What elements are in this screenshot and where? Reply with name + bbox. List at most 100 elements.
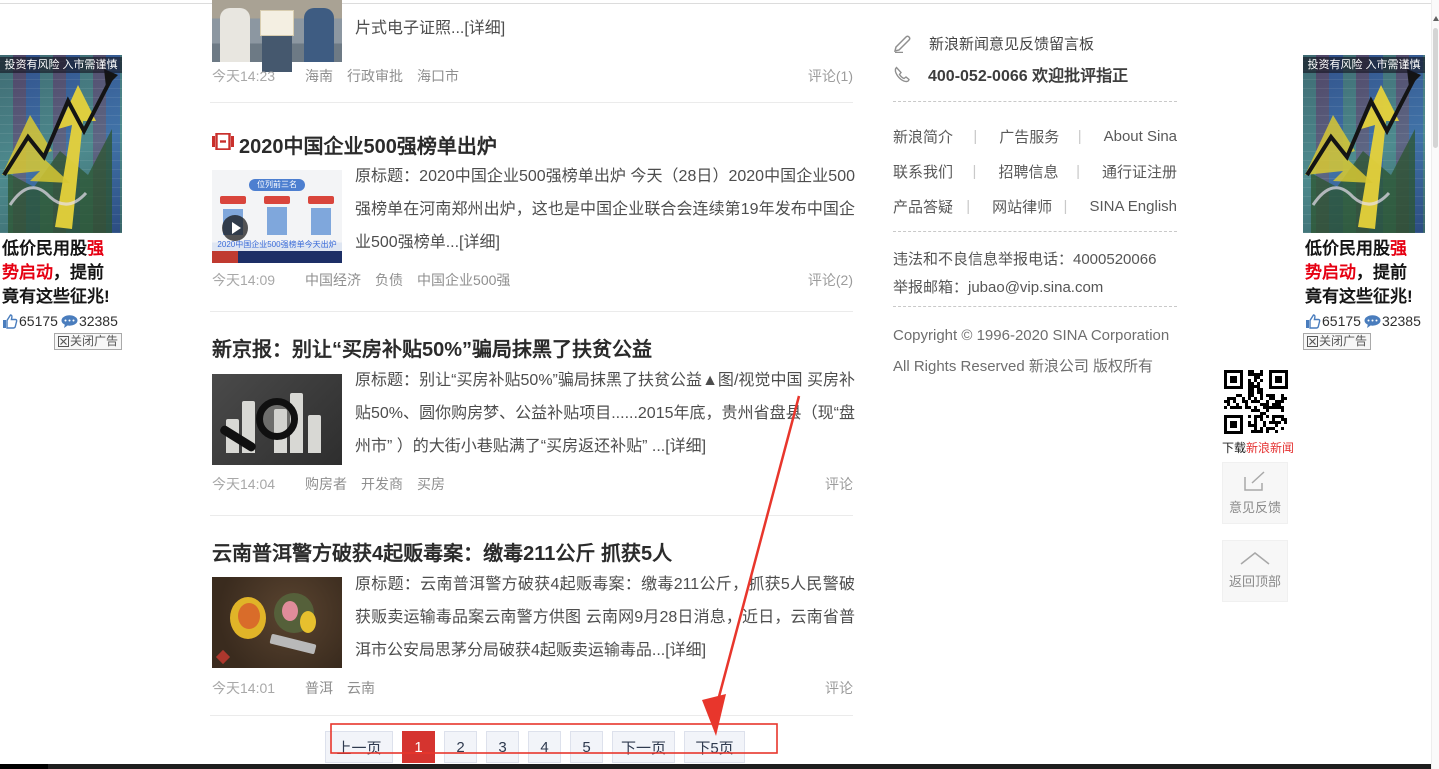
tag-link[interactable]: 购房者 [305, 474, 347, 494]
footer-link[interactable]: 新浪简介 [893, 126, 973, 147]
article-divider [210, 515, 853, 516]
dashed-divider [893, 231, 1177, 232]
article-thumbnail[interactable] [212, 0, 342, 72]
qr-widget: 下载新浪新闻 [1221, 367, 1295, 456]
hotline-row: 400-052-0066 欢迎批评指正 [893, 62, 1128, 86]
ad-like-count: 65175 [1322, 313, 1361, 329]
close-ad-button[interactable]: 关闭广告 [53, 333, 122, 350]
thumbs-up-icon [1306, 313, 1321, 329]
tag-link[interactable]: 买房 [417, 474, 445, 494]
ad-risk-disclaimer: 投资有风险 入市需谨慎 [1303, 57, 1425, 73]
close-box-icon [1307, 336, 1318, 347]
article-thumbnail[interactable] [212, 577, 342, 668]
article-summary[interactable]: 原标题：云南普洱警方破获4起贩毒案：缴毒211公斤，抓获5人民警破获贩卖运输毒品… [355, 568, 855, 667]
pagination-page-1[interactable]: 1 [402, 731, 435, 763]
pagination-next5-button[interactable]: 下5页 [684, 731, 745, 763]
ad-headline[interactable]: 低价民用股强势启动，提前竟有这些征兆! [0, 233, 122, 311]
feedback-board-row[interactable]: 新浪新闻意见反馈留言板 [893, 33, 1094, 54]
article-time: 今天14:23 [212, 68, 276, 84]
play-button-icon[interactable] [222, 215, 248, 241]
separator: | [973, 128, 978, 145]
close-ad-button[interactable]: 关闭广告 [1303, 333, 1372, 350]
report-email: 举报邮箱：jubao@vip.sina.com [893, 279, 1104, 296]
feedback-board-link[interactable]: 新浪新闻意见反馈留言板 [929, 33, 1094, 54]
footer-link[interactable]: 网站律师 [992, 196, 1063, 217]
right-ad[interactable]: 投资有风险 入市需谨慎 低价民用股强势启动，提前竟有这些征兆! 65175 32… [1303, 55, 1425, 350]
back-to-top-button[interactable]: 返回顶部 [1222, 540, 1288, 602]
ad-risk-disclaimer: 投资有风险 入市需谨慎 [0, 57, 122, 73]
footer-links-row: 产品答疑 | 网站律师 | SINA English [893, 196, 1177, 217]
ad-headline[interactable]: 低价民用股强势启动，提前竟有这些征兆! [1303, 233, 1425, 311]
feedback-button[interactable]: 意见反馈 [1222, 462, 1288, 524]
close-box-icon [57, 336, 69, 347]
article-divider [210, 102, 853, 103]
article-title[interactable]: 2020中国企业500强榜单出炉 [239, 130, 497, 159]
tag-link[interactable]: 海南 [305, 66, 333, 86]
article-summary[interactable]: 原标题：别让“买房补贴50%”骗局抹黑了扶贫公益▲图/视觉中国 买房补贴50%、… [355, 364, 855, 463]
chevron-up-icon [1240, 552, 1270, 565]
article-title[interactable]: 新京报：别让“买房补贴50%”骗局抹黑了扶贫公益 [212, 333, 652, 362]
feed-bottom-divider [210, 715, 853, 716]
dashed-divider [893, 306, 1177, 307]
footer-link[interactable]: About Sina [1104, 128, 1177, 145]
footer-link[interactable]: 产品答疑 [893, 196, 966, 217]
article-meta: 今天14:04 购房者 开发商 买房 评论 [212, 474, 853, 494]
separator: | [1076, 163, 1080, 180]
article-thumbnail[interactable] [212, 374, 342, 465]
left-ad[interactable]: 投资有风险 入市需谨慎 低价民用股强势启动，提前竟有这些征兆! 65175 32… [0, 55, 122, 350]
feedback-button-label: 意见反馈 [1228, 499, 1281, 515]
pagination-page-3[interactable]: 3 [486, 731, 519, 763]
footer-link[interactable]: 通行证注册 [1102, 161, 1177, 182]
article-time: 今天14:09 [212, 272, 276, 288]
footer-links-row: 联系我们 | 招聘信息 | 通行证注册 [893, 161, 1177, 182]
comment-bubble-icon [1364, 314, 1381, 328]
stock-arrow-graphic [2, 69, 118, 233]
footer-link[interactable]: 广告服务 [999, 126, 1077, 147]
ad-like-count: 65175 [19, 313, 58, 329]
separator: | [1077, 128, 1082, 145]
bottom-edge-bar [0, 764, 1431, 769]
bottom-edge-bar-dark [0, 764, 48, 769]
tag-link[interactable]: 普洱 [305, 678, 333, 698]
video-thumbnail[interactable]: 位列前三名 2020中国企业500强榜单今天出炉 [212, 170, 342, 263]
article-snippet[interactable]: 片式电子证照...[详细] [355, 12, 855, 45]
qr-caption: 下载新浪新闻 [1222, 441, 1295, 455]
scrollbar-thumb[interactable] [1433, 28, 1438, 148]
right-ad-image[interactable]: 投资有风险 入市需谨慎 [1303, 55, 1425, 233]
ad-counters: 65175 32385 [1303, 311, 1425, 331]
tag-link[interactable]: 行政审批 [347, 66, 403, 86]
tag-link[interactable]: 开发商 [361, 474, 403, 494]
article-time: 今天14:04 [212, 476, 276, 492]
report-phone: 违法和不良信息举报电话：4000520066 [893, 251, 1157, 268]
comments-link[interactable]: 评论 [825, 474, 853, 494]
tag-link[interactable]: 中国企业500强 [417, 270, 510, 290]
pencil-icon [893, 35, 911, 53]
comments-link[interactable]: 评论(1) [808, 66, 853, 86]
footer-link[interactable]: SINA English [1089, 198, 1177, 215]
qr-code [1221, 367, 1291, 437]
comments-link[interactable]: 评论 [825, 678, 853, 698]
phone-icon [894, 65, 910, 82]
pagination-prev-button[interactable]: 上一页 [325, 731, 393, 763]
pagination-page-5[interactable]: 5 [570, 731, 603, 763]
article-title[interactable]: 云南普洱警方破获4起贩毒案：缴毒211公斤 抓获5人 [212, 537, 672, 566]
copyright-line: Copyright © 1996-2020 SINA Corporation [893, 327, 1170, 344]
article-summary[interactable]: 原标题：2020中国企业500强榜单出炉 今天（28日）2020中国企业500强… [355, 160, 855, 259]
article-time: 今天14:01 [212, 680, 276, 696]
ad-comment-count: 32385 [78, 313, 118, 329]
scroll-up-icon[interactable] [1433, 16, 1439, 21]
back-to-top-label: 返回顶部 [1228, 574, 1281, 589]
pagination-next-button[interactable]: 下一页 [612, 731, 675, 763]
pagination-page-2[interactable]: 2 [444, 731, 477, 763]
footer-link[interactable]: 联系我们 [893, 161, 973, 182]
scrollbar[interactable] [1431, 0, 1439, 769]
separator: | [972, 163, 977, 180]
tag-link[interactable]: 中国经济 [305, 270, 361, 290]
pagination-page-4[interactable]: 4 [528, 731, 561, 763]
footer-link[interactable]: 招聘信息 [998, 161, 1076, 182]
tag-link[interactable]: 负债 [375, 270, 403, 290]
tag-link[interactable]: 云南 [347, 678, 375, 698]
tag-link[interactable]: 海口市 [417, 66, 459, 86]
left-ad-image[interactable]: 投资有风险 入市需谨慎 [0, 55, 122, 233]
comments-link[interactable]: 评论(2) [808, 270, 853, 290]
